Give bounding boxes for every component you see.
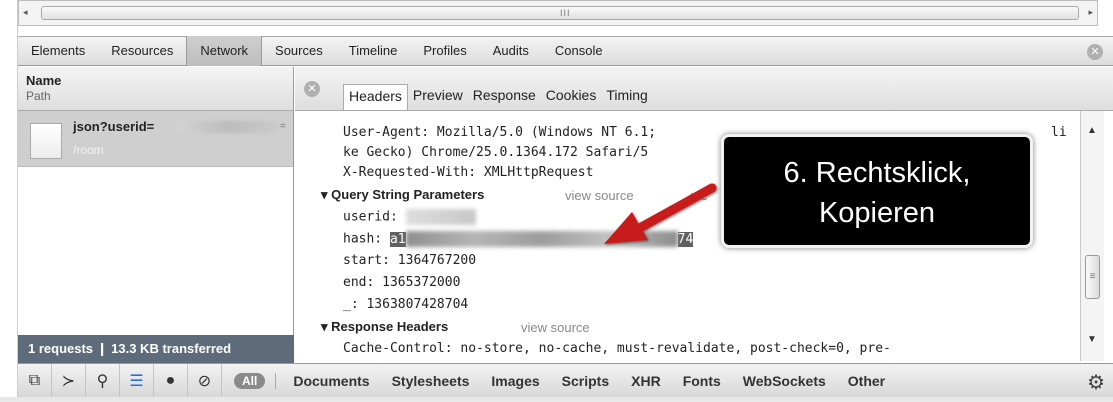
bottom-toolbar: ⧉ ≻ ⚲ ☰ ● ⊘ All Documents Stylesheets Im… (18, 363, 1113, 398)
tab-network[interactable]: Network (186, 36, 263, 66)
requests-list: Name Path json?userid= = /room 1 request… (18, 67, 294, 363)
x-requested-with-line: X-Requested-With: XMLHttpRequest (343, 165, 594, 180)
callout-line-1: 6. Rechtsklick, (783, 157, 971, 189)
tab-sources[interactable]: Sources (262, 36, 336, 66)
view-source-link-2[interactable]: view source (521, 320, 590, 335)
transfer-summary: 1 requests ❙ 13.3 KB transferred (18, 335, 294, 363)
user-agent-line: User-Agent: Mozilla/5.0 (Windows NT 6.1; (343, 125, 657, 140)
request-name: json?userid= (73, 119, 155, 134)
scrollbar-thumb-vertical[interactable]: ≡ (1085, 255, 1100, 299)
filter-fonts[interactable]: Fonts (672, 373, 732, 389)
scrollbar-grip: III (560, 8, 571, 18)
gear-icon[interactable]: ⚙ (1087, 370, 1105, 395)
tab-timeline[interactable]: Timeline (336, 36, 411, 66)
hash-value-start[interactable]: a1 (389, 231, 406, 247)
console-icon[interactable]: ≻ (52, 363, 86, 398)
view-source-link[interactable]: view source (565, 188, 634, 203)
param-start: start: 1364767200 (343, 253, 477, 268)
tab-response[interactable]: Response (468, 84, 541, 110)
hash-value-end[interactable]: 74 (677, 231, 694, 247)
filter-documents[interactable]: Documents (282, 373, 380, 389)
clear-icon[interactable]: ⊘ (188, 363, 222, 398)
redacted-hash-value (405, 231, 678, 247)
filter-stylesheets[interactable]: Stylesheets (381, 373, 481, 389)
filter-images[interactable]: Images (480, 373, 550, 389)
response-headers-section[interactable]: ▾ Response Headers (321, 319, 448, 335)
instruction-callout: 6. Rechtsklick, Kopieren (721, 134, 1033, 248)
request-row[interactable]: json?userid= = /room (18, 111, 293, 167)
filter-other[interactable]: Other (837, 373, 896, 389)
column-path-label: Path (26, 89, 51, 103)
tab-cookies[interactable]: Cookies (541, 84, 602, 110)
user-agent-line-2: ke Gecko) Chrome/25.0.1364.172 Safari/5 (343, 145, 649, 160)
cache-control-line: Cache-Control: no-store, no-cache, must-… (343, 341, 891, 356)
request-path: /room (73, 143, 104, 157)
bottom-strip (0, 397, 1113, 402)
query-string-title: Query String Parameters (331, 187, 485, 202)
redacted-userid (178, 121, 278, 133)
view-url-encoded-link[interactable]: vie (691, 188, 708, 203)
tab-timing[interactable]: Timing (601, 84, 653, 110)
request-name-suffix: = (280, 121, 286, 132)
user-agent-tail: li (1051, 125, 1067, 140)
filter-scripts[interactable]: Scripts (551, 373, 620, 389)
horizontal-scrollbar[interactable]: ◂ III ▸ (18, 0, 1098, 26)
param-end: end: 1365372000 (343, 275, 461, 290)
column-name-label: Name (26, 73, 62, 88)
window-left-edge (0, 0, 18, 402)
search-icon[interactable]: ⚲ (86, 363, 120, 398)
response-headers-title: Response Headers (331, 319, 449, 334)
close-devtools-icon[interactable]: ✕ (1087, 44, 1103, 60)
param-hash: hash: a1 74 (343, 231, 694, 247)
param-underscore: _: 1363807428704 (343, 297, 469, 312)
redacted-userid-value (405, 209, 476, 225)
vertical-scrollbar[interactable]: ▲ ≡ ▼ (1080, 111, 1104, 361)
dock-icon[interactable]: ⧉ (18, 363, 52, 398)
param-userid: userid: (343, 209, 476, 225)
list-icon[interactable]: ☰ (120, 363, 154, 398)
tab-audits[interactable]: Audits (480, 36, 542, 66)
panel-tab-bar: Elements Resources Network Sources Timel… (18, 36, 1113, 66)
scroll-left-icon[interactable]: ◂ (23, 7, 28, 18)
tab-elements[interactable]: Elements (18, 36, 98, 66)
scrollbar-thumb[interactable]: III (41, 6, 1079, 20)
filter-all[interactable]: All (234, 372, 266, 389)
scroll-down-icon[interactable]: ▼ (1087, 334, 1097, 345)
userid-label: userid: (343, 209, 398, 225)
tab-preview[interactable]: Preview (408, 84, 468, 110)
tab-resources[interactable]: Resources (98, 36, 186, 66)
tab-profiles[interactable]: Profiles (410, 36, 479, 66)
detail-tab-bar: ✕ Headers Preview Response Cookies Timin… (295, 67, 1113, 111)
filter-xhr[interactable]: XHR (620, 373, 672, 389)
tab-headers[interactable]: Headers (343, 84, 408, 110)
scroll-up-icon[interactable]: ▲ (1087, 125, 1097, 136)
tab-console[interactable]: Console (542, 36, 616, 66)
filter-websockets[interactable]: WebSockets (732, 373, 837, 389)
query-string-section[interactable]: ▾ Query String Parameters (321, 187, 484, 203)
requests-column-header[interactable]: Name Path (18, 67, 293, 111)
callout-line-2: Kopieren (818, 197, 936, 229)
scroll-right-icon[interactable]: ▸ (1088, 7, 1093, 18)
close-details-icon[interactable]: ✕ (304, 81, 320, 97)
document-icon (30, 123, 62, 159)
hash-label: hash: (343, 231, 383, 247)
record-icon[interactable]: ● (154, 363, 188, 398)
